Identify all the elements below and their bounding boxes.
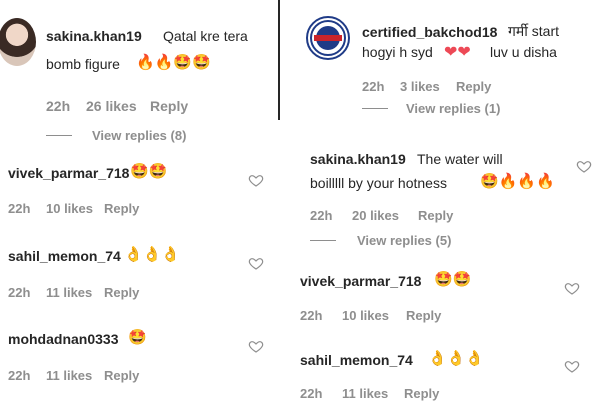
- reply-button[interactable]: Reply: [406, 308, 441, 323]
- reply-button[interactable]: Reply: [456, 79, 491, 94]
- certified-badge-icon: [310, 20, 346, 56]
- like-heart-icon[interactable]: [248, 172, 264, 188]
- comment-emoji: 🤩🤩: [434, 270, 472, 288]
- comment-time: 22h: [8, 285, 31, 300]
- comment-emoji: 👌👌👌: [428, 349, 485, 367]
- comment-time: 22h: [310, 208, 333, 223]
- reply-button[interactable]: Reply: [418, 208, 453, 223]
- comment-emoji: 🤩🔥🔥🔥: [480, 172, 555, 190]
- reply-button[interactable]: Reply: [150, 98, 188, 114]
- comment-time: 22h: [8, 201, 31, 216]
- comment-likes[interactable]: 3 likes: [400, 79, 440, 94]
- view-replies-button[interactable]: View replies (1): [406, 101, 500, 116]
- comment-username[interactable]: mohdadnan0333: [8, 331, 118, 347]
- comment-likes[interactable]: 11 likes: [46, 368, 92, 383]
- like-heart-icon[interactable]: [564, 280, 580, 296]
- comment-username[interactable]: sahil_memon_74: [8, 248, 121, 264]
- comment-emoji: 🤩🤩: [130, 162, 168, 180]
- heart-emoji: ❤❤: [444, 44, 471, 61]
- comment-text: Qatal kre tera: [163, 28, 248, 44]
- view-replies-line: [362, 108, 388, 109]
- like-heart-icon[interactable]: [248, 255, 264, 271]
- reply-button[interactable]: Reply: [104, 201, 139, 216]
- comment-likes[interactable]: 10 likes: [342, 308, 389, 323]
- comment-text-line3: luv u disha: [490, 44, 557, 60]
- reply-button[interactable]: Reply: [104, 285, 139, 300]
- comment-username[interactable]: certified_bakchod18: [362, 24, 497, 40]
- like-heart-icon[interactable]: [564, 358, 580, 374]
- comment-likes[interactable]: 26 likes: [86, 98, 137, 114]
- comment-time: 22h: [46, 98, 71, 114]
- comment-time: 22h: [300, 308, 323, 323]
- comment-time: 22h: [8, 368, 31, 383]
- view-replies-button[interactable]: View replies (5): [357, 233, 451, 248]
- comment-time: 22h: [300, 386, 323, 401]
- comment-likes[interactable]: 10 likes: [46, 201, 93, 216]
- comment-text: The water will: [417, 151, 503, 167]
- comment-text-line2: hogyi h syd: [362, 44, 433, 60]
- comment-text-line2: boilllll by your hotness: [310, 175, 447, 191]
- comment-username[interactable]: sakina.khan19: [310, 151, 406, 167]
- like-heart-icon[interactable]: [576, 158, 592, 174]
- comment-emoji: 👌👌👌: [124, 245, 181, 263]
- panel-divider: [278, 0, 280, 120]
- comment-time: 22h: [362, 79, 385, 94]
- comment-username[interactable]: vivek_parmar_718: [300, 273, 421, 289]
- comment-username[interactable]: sakina.khan19: [46, 28, 142, 44]
- view-replies-line: [310, 240, 336, 241]
- comment-text: गर्मी start: [508, 23, 559, 39]
- comment-likes[interactable]: 20 likes: [352, 208, 399, 223]
- view-replies-button[interactable]: View replies (8): [92, 128, 186, 143]
- comment-likes[interactable]: 11 likes: [46, 285, 92, 300]
- comment-emoji: 🤩: [128, 328, 147, 346]
- comment-likes[interactable]: 11 likes: [342, 386, 388, 401]
- comment-text-line2: bomb figure: [46, 56, 120, 72]
- avatar[interactable]: [306, 16, 350, 60]
- like-heart-icon[interactable]: [248, 338, 264, 354]
- avatar[interactable]: [0, 18, 36, 66]
- comment-username[interactable]: vivek_parmar_718: [8, 165, 129, 181]
- view-replies-line: [46, 135, 72, 136]
- comment-username[interactable]: sahil_memon_74: [300, 352, 413, 368]
- reply-button[interactable]: Reply: [404, 386, 439, 401]
- comment-emoji: 🔥🔥🤩🤩: [136, 53, 211, 71]
- reply-button[interactable]: Reply: [104, 368, 139, 383]
